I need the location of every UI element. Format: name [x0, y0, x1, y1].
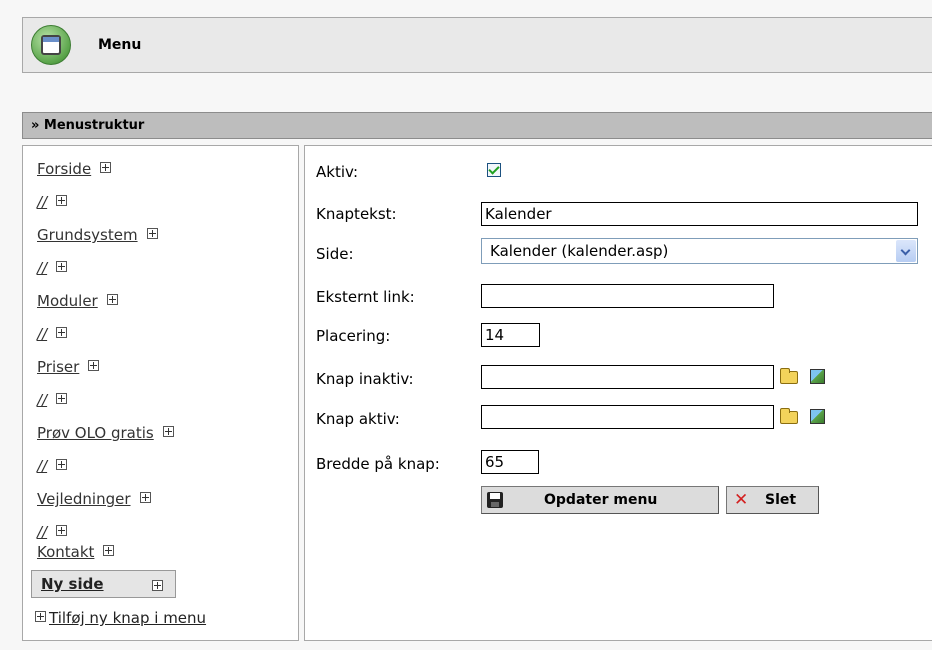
- bredde-input[interactable]: [481, 450, 539, 474]
- window-app-icon: [31, 25, 71, 65]
- expand-icon[interactable]: [139, 492, 151, 503]
- tree-item-label[interactable]: Priser: [37, 358, 79, 376]
- tree-item-label[interactable]: Ny side: [41, 575, 104, 593]
- expand-icon[interactable]: [88, 360, 100, 371]
- delete-label: Slet: [765, 492, 797, 508]
- delete-x-icon: ✕: [734, 490, 749, 510]
- tree-item-label[interactable]: //: [37, 457, 47, 475]
- expand-icon[interactable]: [100, 162, 112, 173]
- tree-item-priser[interactable]: Priser: [37, 358, 100, 378]
- update-menu-button[interactable]: Opdater menu: [481, 486, 719, 514]
- knap-inaktiv-input[interactable]: [481, 365, 774, 389]
- tree-item-label[interactable]: //: [37, 391, 47, 409]
- tree-item-label[interactable]: Grundsystem: [37, 226, 138, 244]
- expand-icon[interactable]: [162, 426, 174, 437]
- folder-icon[interactable]: [780, 368, 798, 384]
- knaptekst-input[interactable]: [481, 202, 918, 226]
- knap-aktiv-label: Knap aktiv:: [316, 410, 400, 428]
- page-title: Menu: [98, 37, 142, 53]
- aktiv-label: Aktiv:: [316, 163, 359, 181]
- placering-input[interactable]: [481, 323, 540, 347]
- header-bar: Menu: [22, 17, 932, 73]
- floppy-disk-icon: [487, 492, 503, 508]
- tree-item-label[interactable]: //: [37, 193, 47, 211]
- tree-item-separator[interactable]: //: [37, 193, 68, 213]
- expand-icon[interactable]: [56, 525, 68, 536]
- expand-icon[interactable]: [56, 261, 68, 272]
- page: Menu » Menustruktur Forside // Grundsyst…: [0, 0, 932, 650]
- tree-item-forside[interactable]: Forside: [37, 160, 112, 180]
- knap-inaktiv-label: Knap inaktiv:: [316, 370, 414, 388]
- expand-icon[interactable]: [56, 327, 68, 338]
- tree-item-label[interactable]: Prøv OLO gratis: [37, 424, 154, 442]
- side-label: Side:: [316, 245, 354, 263]
- aktiv-checkbox[interactable]: [487, 163, 501, 177]
- tree-item-separator[interactable]: //: [37, 523, 68, 543]
- eksternt-link-input[interactable]: [481, 284, 774, 308]
- eksternt-link-label: Eksternt link:: [316, 288, 415, 306]
- expand-icon[interactable]: [56, 393, 68, 404]
- tree-item-separator[interactable]: //: [37, 325, 68, 345]
- chevron-down-icon[interactable]: [896, 240, 916, 262]
- delete-button[interactable]: ✕ Slet: [726, 486, 819, 514]
- section-header: » Menustruktur: [22, 112, 932, 139]
- section-title: » Menustruktur: [31, 118, 145, 133]
- tree-item-label[interactable]: //: [37, 523, 47, 541]
- side-select[interactable]: Kalender (kalender.asp): [481, 238, 918, 264]
- placering-label: Placering:: [316, 327, 391, 345]
- tree-item-separator[interactable]: //: [37, 259, 68, 279]
- image-icon[interactable]: [810, 409, 825, 424]
- tree-item-label[interactable]: //: [37, 325, 47, 343]
- knaptekst-label: Knaptekst:: [316, 205, 397, 223]
- tree-item-selected[interactable]: Ny side: [31, 570, 176, 598]
- tree-item-vejledninger[interactable]: Vejledninger: [37, 490, 151, 510]
- expand-icon[interactable]: [103, 545, 115, 556]
- bredde-label: Bredde på knap:: [316, 455, 440, 473]
- add-menu-button-label[interactable]: Tilføj ny knap i menu: [49, 609, 206, 627]
- tree-item-label[interactable]: Vejledninger: [37, 490, 131, 508]
- expand-icon[interactable]: [56, 195, 68, 206]
- expand-icon[interactable]: [146, 228, 158, 239]
- tree-item-separator[interactable]: //: [37, 457, 68, 477]
- tree-item-kontakt[interactable]: Kontakt: [37, 543, 115, 563]
- plus-icon: [35, 611, 46, 622]
- tree-item-label[interactable]: Moduler: [37, 292, 98, 310]
- tree-item-moduler[interactable]: Moduler: [37, 292, 118, 312]
- tree-item-separator[interactable]: //: [37, 391, 68, 411]
- tree-item-label[interactable]: Forside: [37, 160, 91, 178]
- expand-icon[interactable]: [152, 580, 163, 591]
- tree-item-prov-olo-gratis[interactable]: Prøv OLO gratis: [37, 424, 174, 444]
- tree-item-label[interactable]: Kontakt: [37, 543, 94, 561]
- tree-item-grundsystem[interactable]: Grundsystem: [37, 226, 158, 246]
- side-select-value: Kalender (kalender.asp): [490, 242, 669, 260]
- expand-icon[interactable]: [56, 459, 68, 470]
- expand-icon[interactable]: [106, 294, 118, 305]
- update-menu-label: Opdater menu: [544, 492, 658, 508]
- folder-icon[interactable]: [780, 408, 798, 424]
- knap-aktiv-input[interactable]: [481, 405, 774, 429]
- image-icon[interactable]: [810, 369, 825, 384]
- tree-item-label[interactable]: //: [37, 259, 47, 277]
- add-menu-button-link[interactable]: Tilføj ny knap i menu: [35, 609, 206, 627]
